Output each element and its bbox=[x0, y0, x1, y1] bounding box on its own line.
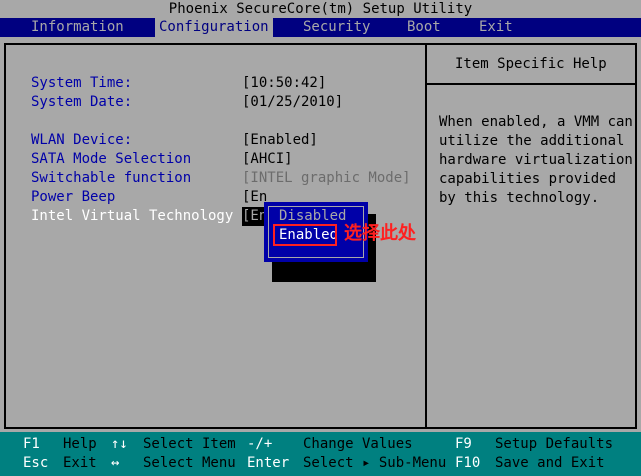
frame-right bbox=[635, 43, 637, 429]
menu-security[interactable]: Security bbox=[303, 18, 370, 37]
frame-bottom bbox=[4, 427, 637, 429]
switchable-function-label: Switchable function bbox=[31, 170, 192, 186]
help-header-divider bbox=[425, 83, 637, 85]
wlan-device-label: WLAN Device: bbox=[31, 132, 133, 148]
key-minus-plus-desc: Change Values bbox=[303, 436, 413, 452]
key-updown: ↑↓ bbox=[111, 436, 128, 452]
system-time-value[interactable]: [10:50:42] bbox=[242, 74, 326, 93]
key-f10-desc: Save and Exit bbox=[495, 455, 605, 471]
sata-mode-value[interactable]: [AHCI] bbox=[242, 150, 293, 169]
key-f9-desc: Setup Defaults bbox=[495, 436, 614, 452]
key-enter-desc: Select ▸ Sub-Menu bbox=[303, 455, 447, 471]
frame-top bbox=[4, 43, 637, 45]
key-enter: Enter bbox=[247, 455, 290, 471]
frame-left bbox=[4, 43, 6, 429]
menu-boot[interactable]: Boot bbox=[407, 18, 441, 37]
system-date-value[interactable]: [01/25/2010] bbox=[242, 93, 343, 112]
key-f9: F9 bbox=[455, 436, 472, 452]
key-f1: F1 bbox=[23, 436, 40, 452]
menu-configuration[interactable]: Configuration bbox=[155, 18, 273, 37]
intel-vt-label[interactable]: Intel Virtual Technology bbox=[31, 207, 233, 226]
switchable-function-value: [INTEL graphic Mode] bbox=[242, 170, 411, 186]
frame-divider bbox=[425, 43, 427, 429]
menu-information[interactable]: Information bbox=[31, 18, 124, 37]
key-f1-desc: Help bbox=[63, 436, 97, 452]
window-title: Phoenix SecureCore(tm) Setup Utility bbox=[0, 0, 641, 18]
help-title: Item Specific Help bbox=[455, 56, 607, 72]
key-leftright-desc: Select Menu bbox=[143, 455, 236, 471]
key-updown-desc: Select Item bbox=[143, 436, 236, 452]
key-esc: Esc bbox=[23, 455, 49, 471]
key-f10: F10 bbox=[455, 455, 481, 471]
help-line-1: When enabled, a VMM can bbox=[439, 114, 633, 130]
key-minus-plus: -/+ bbox=[247, 436, 273, 452]
help-line-5: by this technology. bbox=[439, 190, 600, 206]
wlan-device-value[interactable]: [Enabled] bbox=[242, 131, 318, 150]
sata-mode-label: SATA Mode Selection bbox=[31, 151, 192, 167]
footer-keybar: F1 Help ↑↓ Select Item -/+ Change Values… bbox=[0, 432, 641, 476]
power-beep-label: Power Beep bbox=[31, 189, 116, 205]
help-line-3: hardware virtualization bbox=[439, 152, 633, 168]
help-line-2: utilize the additional bbox=[439, 133, 625, 149]
system-time-label: System Time: bbox=[31, 75, 133, 91]
help-line-4: capabilities provided bbox=[439, 171, 617, 187]
key-leftright: ↔ bbox=[111, 455, 120, 471]
selection-highlight-box bbox=[273, 224, 337, 246]
menu-exit[interactable]: Exit bbox=[479, 18, 513, 37]
key-esc-desc: Exit bbox=[63, 455, 97, 471]
system-date-label: System Date: bbox=[31, 94, 133, 110]
menu-bar: Information Configuration Security Boot … bbox=[0, 18, 641, 37]
annotation-text: 选择此处 bbox=[344, 223, 416, 244]
